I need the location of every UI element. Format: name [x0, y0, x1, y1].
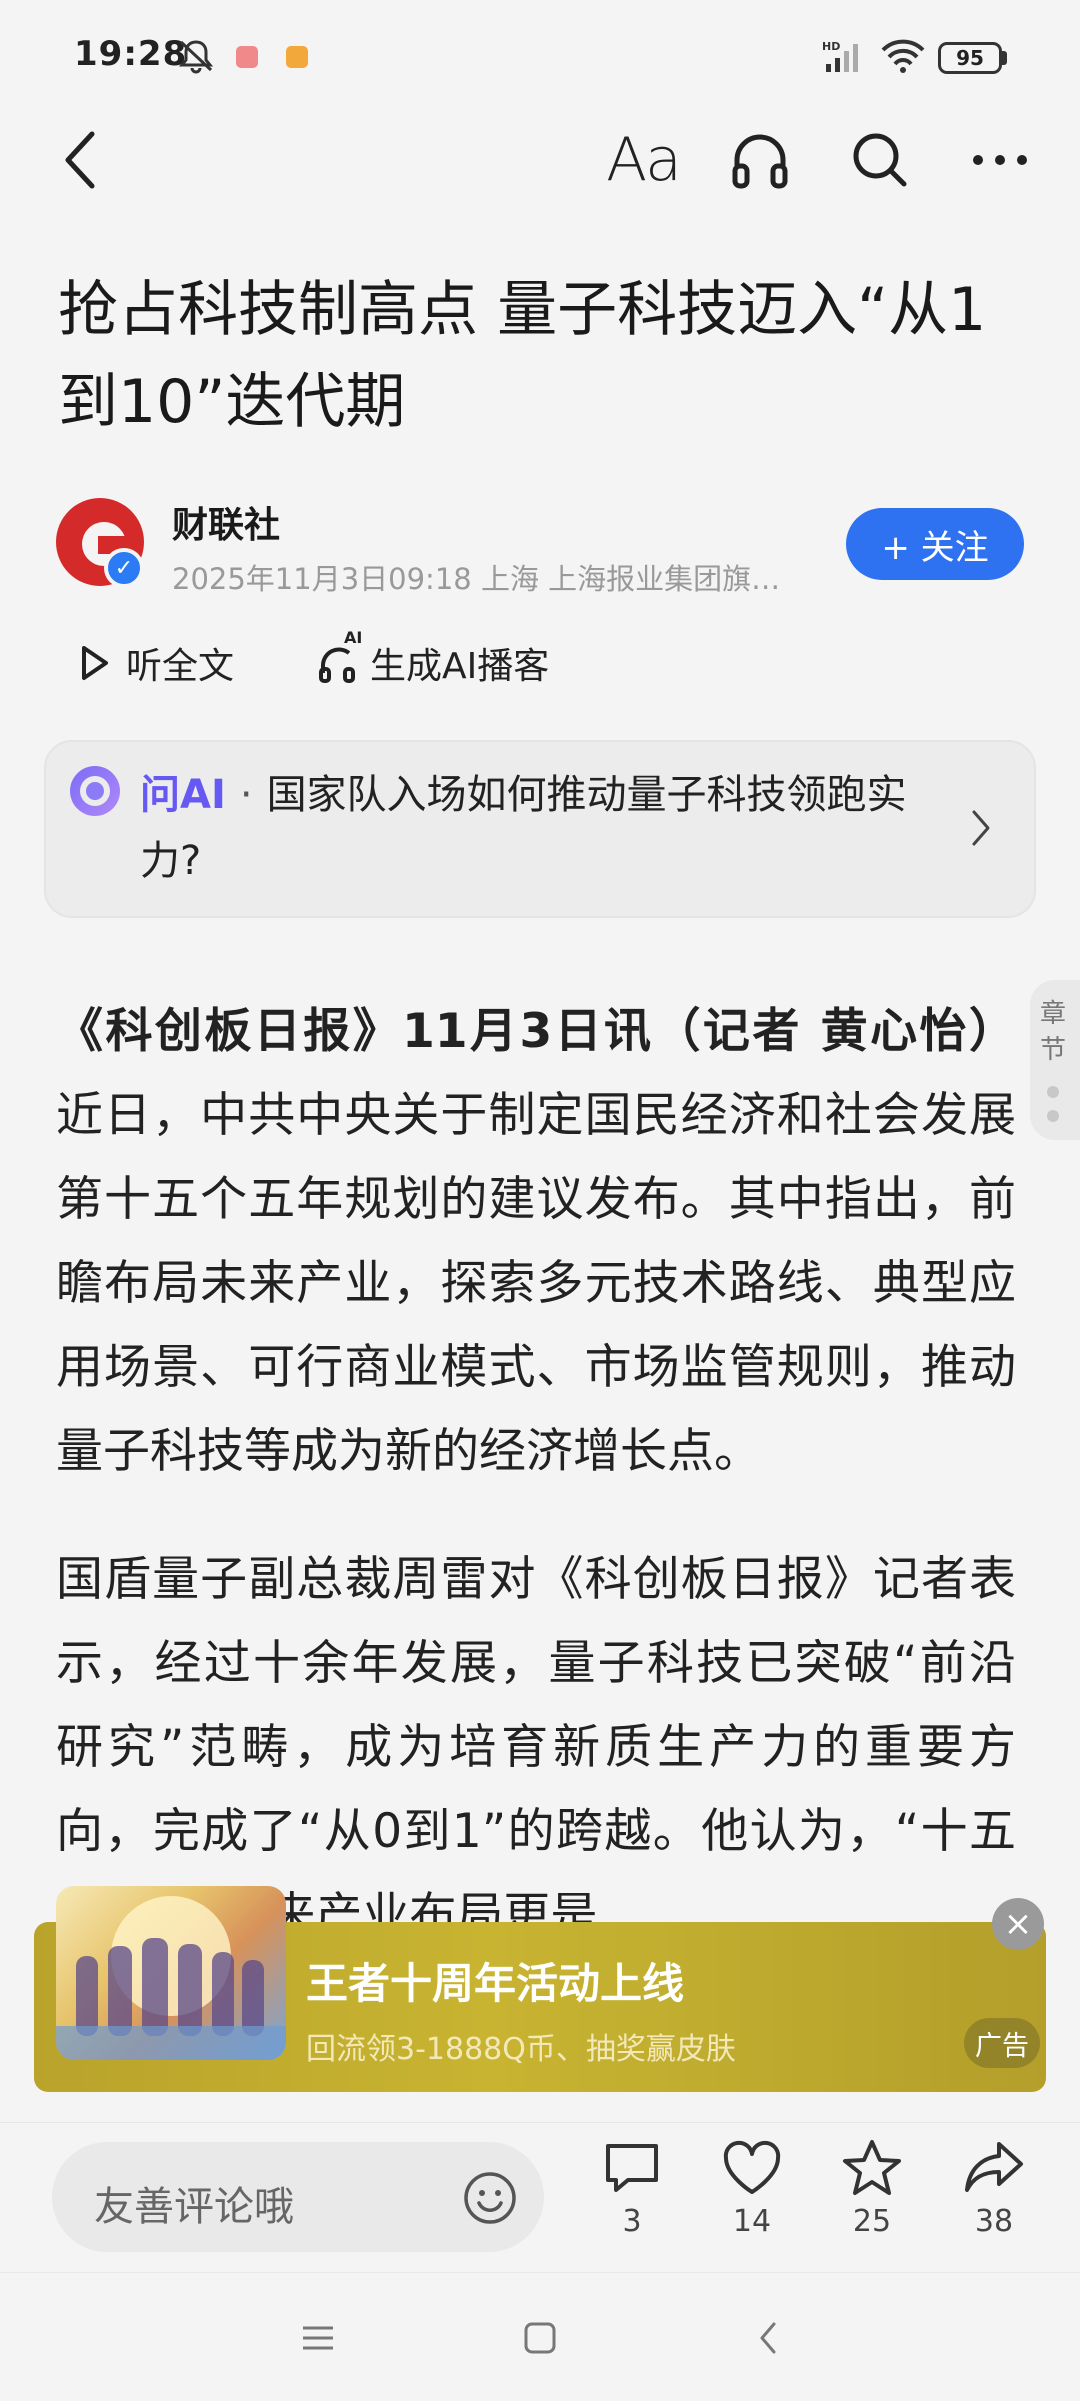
- smiley-icon: [464, 2172, 516, 2224]
- listen-button[interactable]: [720, 120, 800, 200]
- article-body: 《科创板日报》11月3日讯（记者 黄心怡） 近日，中共中央关于制定国民经济和社会发…: [56, 990, 1016, 2002]
- font-size-button[interactable]: Aa: [598, 120, 688, 200]
- more-button[interactable]: [960, 120, 1040, 200]
- follow-button[interactable]: + 关注: [846, 508, 1024, 580]
- likes-count: 14: [732, 2204, 772, 2239]
- wifi-icon: [880, 38, 926, 73]
- ad-thumbnail-image[interactable]: [56, 1886, 286, 2060]
- close-icon: ×: [1003, 1904, 1033, 1944]
- app-notification-icon: [286, 46, 308, 68]
- search-icon: [853, 133, 907, 187]
- favorites-count: 25: [852, 2204, 892, 2239]
- more-icon: [973, 155, 1027, 165]
- favorite-button[interactable]: 25: [822, 2138, 922, 2258]
- comments-count: 3: [622, 2204, 642, 2239]
- ad-close-button[interactable]: ×: [992, 1898, 1044, 1950]
- article-lead: 《科创板日报》11月3日讯（记者 黄心怡）: [56, 1004, 1016, 1059]
- article-headline: 抢占科技制高点 量子科技迈入“从1到10”迭代期: [58, 275, 987, 437]
- listen-full-text-button[interactable]: 听全文: [78, 632, 234, 694]
- mute-bell-icon: [176, 38, 216, 74]
- play-icon: [82, 646, 108, 680]
- back-arrow-icon: [65, 131, 95, 189]
- share-arrow-icon: [965, 2142, 1023, 2192]
- verified-badge-icon: ✓: [104, 548, 144, 588]
- chapter-dot: [1047, 1110, 1059, 1122]
- author-meta: 2025年11月3日09:18 上海 上海报业集团旗…: [172, 562, 781, 596]
- emoji-button[interactable]: [462, 2170, 518, 2226]
- ask-ai-separator: ·: [239, 772, 253, 818]
- status-time: 19:28: [74, 34, 188, 74]
- ai-podcast-icon: [319, 647, 355, 683]
- like-button[interactable]: 14: [702, 2138, 802, 2258]
- article-paragraph: 《科创板日报》11月3日讯（记者 黄心怡） 近日，中共中央关于制定国民经济和社会发…: [56, 990, 1016, 1494]
- star-icon: [843, 2140, 901, 2195]
- home-square-icon: [524, 2322, 556, 2354]
- app-notification-icon: [236, 46, 258, 68]
- back-button[interactable]: [40, 120, 120, 200]
- author-name[interactable]: 财联社: [172, 496, 280, 548]
- comment-placeholder: 友善评论哦: [94, 2184, 294, 2230]
- ai-podcast-button[interactable]: AI 生成AI播客: [318, 628, 550, 694]
- ad-subtitle: 回流领3-1888Q币、抽奖赢皮肤: [306, 2032, 736, 2067]
- back-chevron-icon: [760, 2322, 776, 2354]
- chapter-label: 章节: [1039, 999, 1066, 1065]
- shares-count: 38: [974, 2204, 1014, 2239]
- article-paragraph-text: 国盾量子副总裁周雷对《科创板日报》记者表示，经过十余年发展，量子科技已突破“前沿…: [56, 1552, 1016, 1943]
- battery-tip: [1002, 51, 1007, 65]
- ad-tag: 广告: [964, 2018, 1040, 2068]
- recents-button[interactable]: [288, 2310, 348, 2366]
- article-paragraph-text: 近日，中共中央关于制定国民经济和社会发展第十五个五年规划的建议发布。其中指出，前…: [56, 1088, 1016, 1479]
- ad-title[interactable]: 王者十周年活动上线: [306, 1950, 684, 2011]
- search-button[interactable]: [840, 120, 920, 200]
- chevron-right-icon: [968, 808, 994, 852]
- heart-icon: [723, 2140, 781, 2194]
- font-size-label: Aa: [606, 125, 682, 195]
- ai-logo-core: [86, 782, 104, 800]
- share-button[interactable]: 38: [944, 2138, 1044, 2258]
- battery-icon: 95: [938, 42, 1002, 74]
- system-back-button[interactable]: [738, 2310, 798, 2366]
- headphones-icon: [732, 134, 788, 189]
- ask-ai-label: 问AI: [140, 772, 226, 818]
- ask-ai-text: 问AI · 国家队入场如何推动量子科技领跑实力?: [140, 762, 960, 894]
- comment-icon: [606, 2144, 658, 2192]
- ai-badge: AI: [344, 628, 363, 647]
- svg-text:HD: HD: [822, 40, 840, 53]
- menu-icon: [303, 2326, 333, 2350]
- listen-full-text-label: 听全文: [126, 646, 235, 687]
- ai-podcast-label: 生成AI播客: [370, 646, 550, 687]
- home-button[interactable]: [510, 2310, 570, 2366]
- comments-button[interactable]: 3: [582, 2138, 682, 2258]
- hd-signal-icon: HD: [822, 38, 868, 72]
- chapter-dot: [1047, 1086, 1059, 1098]
